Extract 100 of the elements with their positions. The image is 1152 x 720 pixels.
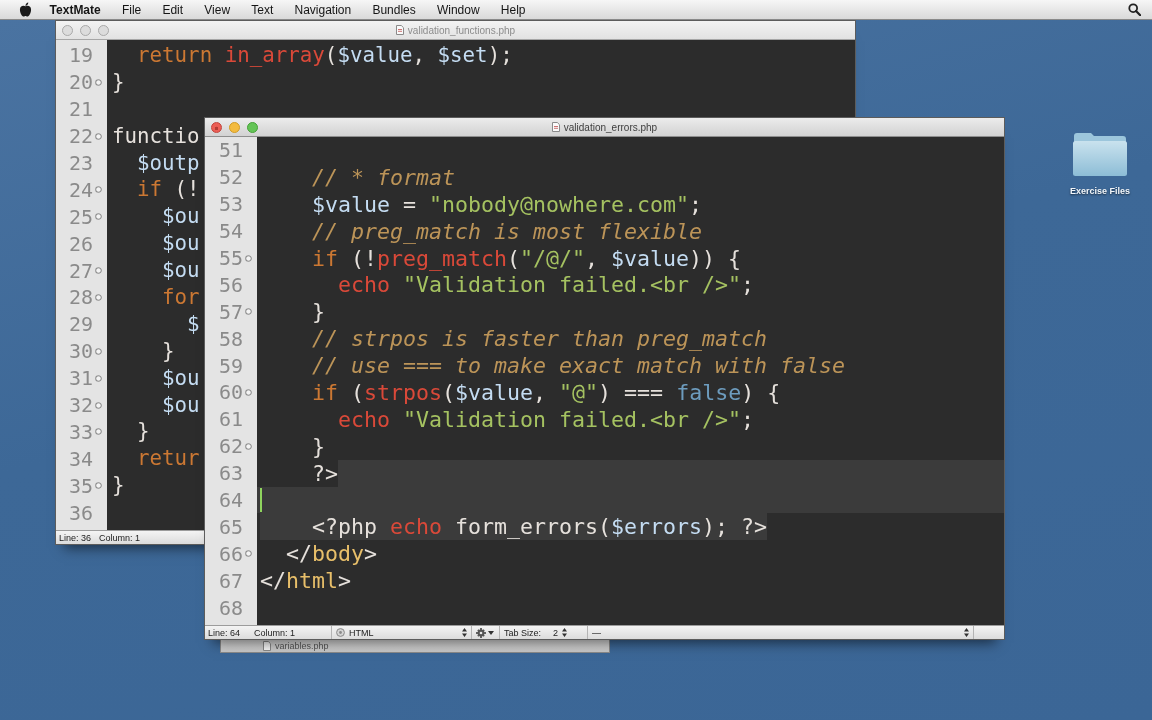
line-number: 22 xyxy=(68,125,93,148)
line-number: 33 xyxy=(68,420,93,443)
line-number: 27 xyxy=(68,259,93,282)
fold-marker-icon[interactable] xyxy=(94,401,102,409)
window-title: validation_functions.php xyxy=(407,24,516,36)
code-line: $outp xyxy=(137,150,200,176)
fold-marker-icon[interactable] xyxy=(94,347,102,355)
line-number: 21 xyxy=(68,98,93,121)
line-number: 65 xyxy=(218,515,243,538)
folder-icon[interactable] xyxy=(1072,132,1128,177)
line-number: 53 xyxy=(218,193,243,216)
updown-arrows-icon xyxy=(562,628,568,637)
close-button[interactable] xyxy=(211,121,222,133)
menu-item[interactable]: Edit xyxy=(151,2,194,17)
code-line: $ou xyxy=(162,365,200,391)
zoom-button[interactable] xyxy=(247,121,258,133)
language-popup[interactable]: HTML xyxy=(331,626,472,639)
line-number: 62 xyxy=(218,435,243,458)
line-number: 54 xyxy=(218,220,243,243)
fold-marker-icon[interactable] xyxy=(94,213,102,221)
fold-marker-icon[interactable] xyxy=(244,254,252,262)
tab-size-popup[interactable]: Tab Size: 2 xyxy=(499,626,588,639)
line-number: 67 xyxy=(218,569,243,592)
line-indicator: Line: 64 xyxy=(208,626,241,639)
code-line: $value = "nobody@nowhere.com"; xyxy=(312,191,703,217)
fold-marker-icon[interactable] xyxy=(94,428,102,436)
folder-label[interactable]: Exercise Files xyxy=(1069,186,1130,196)
line-number: 29 xyxy=(68,313,93,336)
line-number: 25 xyxy=(68,205,93,228)
fold-marker-icon[interactable] xyxy=(94,78,102,86)
code-line: if (!preg_match("/@/", $value)) { xyxy=(312,245,742,271)
search-icon[interactable] xyxy=(1128,3,1141,16)
line-indicator: Line: 36 xyxy=(59,531,92,544)
code-line: } xyxy=(112,69,125,95)
code-line: // preg_match is most flexible xyxy=(312,218,703,244)
line-number: 36 xyxy=(68,501,93,524)
code-line: // * format xyxy=(312,164,455,190)
fold-marker-icon[interactable] xyxy=(244,308,252,316)
fold-marker-icon[interactable] xyxy=(94,374,102,382)
line-number: 56 xyxy=(218,273,243,296)
code-line: $ou xyxy=(162,231,200,257)
code-line: ?> xyxy=(312,460,338,486)
line-number: 31 xyxy=(68,367,93,390)
line-number: 60 xyxy=(218,381,243,404)
line-number: 23 xyxy=(68,152,93,174)
code-line: if (strpos($value, "@") === false) { xyxy=(312,379,781,405)
line-number: 66 xyxy=(218,542,243,565)
caret-icon xyxy=(488,630,495,635)
column-indicator: Column: 1 xyxy=(99,531,141,544)
apple-icon[interactable] xyxy=(19,2,32,17)
code-line: if (! xyxy=(137,177,200,203)
line-number: 34 xyxy=(68,447,93,470)
fold-marker-icon[interactable] xyxy=(94,293,102,301)
code-line: <?php echo form_errors($errors); ?> xyxy=(312,514,768,540)
code-line: $ou xyxy=(162,392,200,418)
fold-marker-icon[interactable] xyxy=(94,132,102,140)
code-line: retur xyxy=(137,446,200,472)
updown-arrows-icon xyxy=(462,628,468,637)
line-number: 35 xyxy=(68,474,93,497)
line-number: 61 xyxy=(218,408,243,431)
fold-marker-icon[interactable] xyxy=(94,267,102,275)
code-line: echo "Validation failed.<br />"; xyxy=(338,406,755,432)
code-line: $ou xyxy=(162,258,200,284)
line-number: 55 xyxy=(218,247,243,269)
app-menu[interactable]: TextMate xyxy=(39,2,112,17)
menu-item[interactable]: File xyxy=(111,2,152,17)
code-line: </body> xyxy=(286,541,378,567)
document-icon xyxy=(395,25,404,35)
code-line: echo "Validation failed.<br />"; xyxy=(338,272,755,298)
close-button[interactable] xyxy=(62,24,73,36)
menu-item[interactable]: Text xyxy=(240,2,284,17)
fold-marker-icon[interactable] xyxy=(244,388,252,396)
menu-item[interactable]: View xyxy=(193,2,241,17)
fold-marker-icon[interactable] xyxy=(94,482,102,490)
fold-marker-icon[interactable] xyxy=(94,186,102,194)
line-number: 24 xyxy=(68,178,93,201)
menu-item[interactable]: Navigation xyxy=(283,2,362,17)
zoom-button[interactable] xyxy=(98,24,109,36)
code-line: return in_array($value, $set); xyxy=(137,42,513,68)
fold-marker-icon[interactable] xyxy=(244,442,252,450)
fold-marker-icon[interactable] xyxy=(244,550,252,558)
line-number: 68 xyxy=(218,596,243,619)
code-line: $ xyxy=(187,311,200,337)
line-number: 51 xyxy=(218,139,243,162)
menu-item[interactable]: Bundles xyxy=(361,2,427,17)
symbol-popup[interactable]: — xyxy=(587,626,974,639)
menu-item[interactable]: Help xyxy=(490,2,537,17)
code-line: } xyxy=(112,473,125,499)
menu-item[interactable]: Window xyxy=(426,2,491,17)
line-number: 58 xyxy=(218,327,243,350)
code-line: // strpos is faster than preg_match xyxy=(312,326,768,352)
line-number: 28 xyxy=(68,286,93,309)
minimize-button[interactable] xyxy=(80,24,91,36)
line-number: 63 xyxy=(218,462,243,485)
line-number: 52 xyxy=(218,166,243,189)
line-number: 59 xyxy=(218,354,243,377)
minimize-button[interactable] xyxy=(229,121,240,133)
line-number: 57 xyxy=(218,300,243,323)
window-title: validation_errors.php xyxy=(563,121,658,133)
code-line: } xyxy=(312,299,325,325)
